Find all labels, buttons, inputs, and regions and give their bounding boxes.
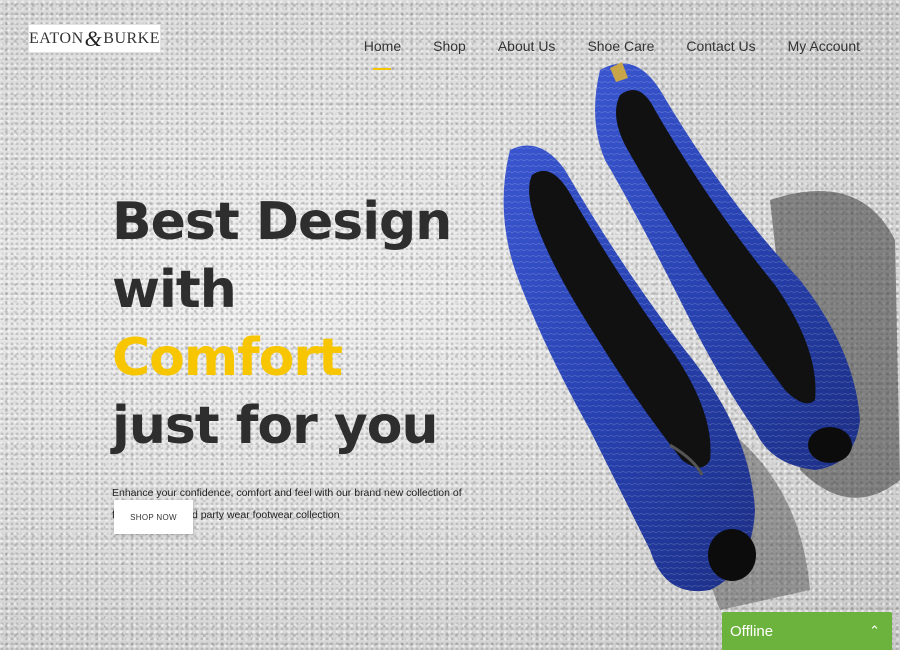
chevron-up-icon[interactable]: ⌃ [869, 623, 880, 639]
brand-ampersand: & [84, 25, 103, 51]
hero-headline: Best Design with Comfort just for you [112, 188, 492, 460]
hero-line-3: just for you [112, 396, 438, 456]
hero-line-2-prefix: with [112, 260, 237, 320]
blue-heels-image [503, 62, 900, 610]
hero-line-1: Best Design [112, 192, 452, 252]
chat-status: Offline [730, 622, 774, 640]
nav-item-home[interactable]: Home [348, 38, 417, 54]
hero-section: Best Design with Comfort just for you En… [112, 188, 492, 526]
hero-line-2-accent: Comfort [112, 328, 343, 388]
shop-now-button[interactable]: SHOP NOW [114, 500, 193, 534]
brand-name-right: BURKE [103, 29, 161, 47]
brand-logo[interactable]: EATON & BURKE [28, 24, 161, 53]
brand-name-left: EATON [29, 29, 84, 47]
chat-widget[interactable]: Offline ⌃ [722, 612, 892, 650]
